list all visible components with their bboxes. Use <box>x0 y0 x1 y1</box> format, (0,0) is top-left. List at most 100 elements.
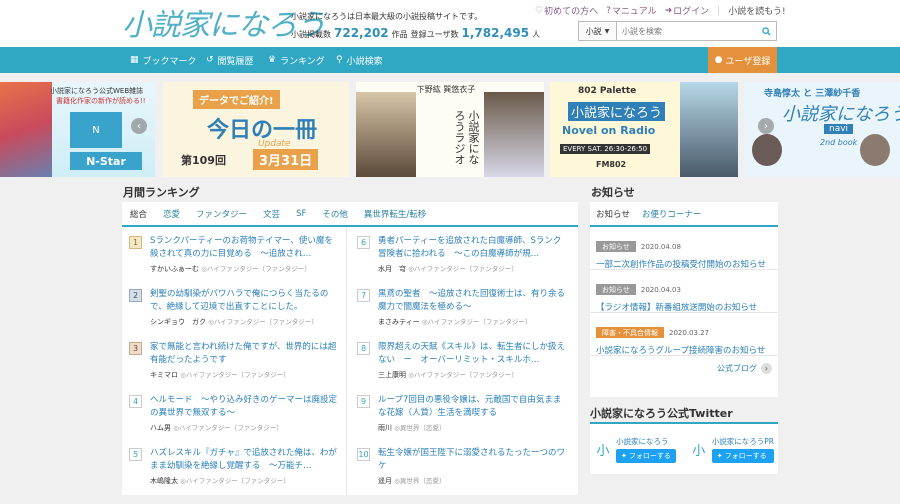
banner4-sub: Novel on Radio <box>562 124 656 137</box>
rank-genre: ハイファンタジー〔ファンタジー〕 <box>427 318 532 326</box>
rank-title[interactable]: 家で無能と言われ続けた俺ですが、世界的には超有能だったようです <box>150 341 340 367</box>
ranking-tabs: 総合 恋愛 ファンタジー 文芸 SF その他 異世界転生/転移 <box>122 202 578 227</box>
rank-author[interactable]: キミマロ <box>150 371 178 379</box>
rank-meta: ハム男 ◎ハイファンタジー〔ファンタジー〕 <box>150 422 283 433</box>
news-item[interactable]: お知らせ 2020.04.03 【ラジオ情報】新番組放送開始のお知らせ <box>590 270 778 313</box>
search-input[interactable] <box>617 22 756 40</box>
rank-number: 4 <box>129 395 142 408</box>
ranking-item: 4 ヘルモード ～やり込み好きのゲーマーは廃設定の異世界で無双する～ ハム男 ◎ハイ… <box>122 391 342 451</box>
tab-other[interactable]: その他 <box>314 201 356 226</box>
follow-button[interactable]: ✦ フォローする <box>616 448 676 463</box>
carousel-next-button[interactable]: › <box>758 118 774 134</box>
register-button[interactable]: ● ユーザ登録 <box>708 47 777 73</box>
rank-title[interactable]: 限界超えの天賦《スキル》は、転生者にしか扱えない ー オーバーリミット・スキルホ… <box>378 341 568 367</box>
rank-genre: ハイファンタジー〔ファンタジー〕 <box>206 265 311 273</box>
twitter-account: 小 小説家になろう ✦ フォローする <box>594 432 676 466</box>
news-badge: お知らせ <box>596 241 636 252</box>
rank-title[interactable]: 剣聖の幼馴染がパワハラで俺につらく当たるので、絶縁して辺境で出直すことにした。 <box>150 288 340 314</box>
rank-meta: 水月 穹 ◎ハイファンタジー〔ファンタジー〕 <box>378 263 518 274</box>
banner3-title: 小説家になろうラジオ <box>453 110 480 165</box>
rank-number: 1 <box>129 236 142 249</box>
search-box: 小説 ▼ <box>578 21 777 41</box>
notice-box: お知らせ お便りコーナー お知らせ 2020.04.08 一部二次創作作品の投稿受… <box>590 202 778 397</box>
search-button[interactable] <box>756 22 776 40</box>
host-photo-1 <box>356 92 416 177</box>
rank-title[interactable]: 転生令嬢が国王陛下に溺愛されるたった一つのワケ <box>378 447 568 473</box>
ranking-item: 1 Sランクパーティーのお荷物テイマー、使い魔を殺されて真の力に目覚める ～追放さ… <box>122 232 342 292</box>
tab-letters[interactable]: お便りコーナー <box>636 201 708 226</box>
banner-novel-on-radio[interactable]: 802 Palette 小説家になろう Novel on Radio EVERY… <box>550 82 738 177</box>
nav-history[interactable]: ↺ 閲覧履歴 <box>206 47 254 73</box>
register-label: ユーザ登録 <box>725 56 771 67</box>
news-title[interactable]: 小説家になろうグループ接続障害のお知らせ <box>596 344 772 356</box>
login-icon: ➜ <box>664 5 673 16</box>
tab-isekai[interactable]: 異世界転生/転移 <box>356 201 434 226</box>
rank-author[interactable]: 雨川 <box>378 424 392 432</box>
rank-title[interactable]: ヘルモード ～やり込み好きのゲーマーは廃設定の異世界で無双する～ <box>150 394 340 420</box>
rank-title[interactable]: ハズレスキル『ガチャ』で追放された俺は、わがまま幼馴染を絶縁し覚醒する ～万能チ… <box>150 447 340 473</box>
news-badge: お知らせ <box>596 284 636 295</box>
yomu-link[interactable]: 小説を読もう! <box>728 4 785 17</box>
top-links: ♡ 初めての方へ ? マニュアル ➜ ログイン | 小説を読もう! <box>535 4 786 18</box>
rank-title[interactable]: Sランクパーティーのお荷物テイマー、使い魔を殺されて真の力に目覚める ～追放され… <box>150 235 340 261</box>
site-stats: 小説掲載数 722,202 作品 登録ユーザ数 1,782,495 人 <box>291 26 540 40</box>
rank-author[interactable]: 三上康明 <box>378 371 406 379</box>
twitter-account-name[interactable]: 小説家になろう <box>616 436 676 447</box>
rank-author[interactable]: 水月 穹 <box>378 265 406 273</box>
tab-literature[interactable]: 文芸 <box>255 201 288 226</box>
news-title[interactable]: 一部二次創作作品の投稿受付開始のお知らせ <box>596 258 772 270</box>
nav-search-label: 小説検索 <box>346 56 383 67</box>
host-photo-2 <box>484 92 544 177</box>
login-link[interactable]: ➜ ログイン <box>664 4 710 18</box>
rank-author[interactable]: すかいふぁーむ <box>150 265 199 273</box>
nav-bookmark-label: ブックマーク <box>142 56 197 67</box>
banner-radio[interactable]: 下野紘 巽悠衣子 小説家になろうラジオ <box>356 82 544 177</box>
rank-title[interactable]: ループ7回目の悪役令嬢は、元敵国で自由気ままな花嫁（人質）生活を満喫する <box>378 394 568 420</box>
search-type-select[interactable]: 小説 ▼ <box>579 22 617 40</box>
banner5-book: 2nd book <box>820 138 858 147</box>
rank-author[interactable]: 遥月 <box>378 477 392 485</box>
rank-author[interactable]: 木嶋隆太 <box>150 477 178 485</box>
banner4-title: 小説家になろう <box>568 102 666 121</box>
banner2-top: データでご紹介! <box>193 90 280 109</box>
follow-button[interactable]: ✦ フォローする <box>711 448 774 463</box>
blog-link[interactable]: 公式ブログ › <box>590 356 778 381</box>
rank-author[interactable]: シンギョウ ガク <box>150 318 206 326</box>
nav-search[interactable]: ⚲ 小説検索 <box>336 47 383 73</box>
chevron-down-icon: ▼ <box>604 27 610 35</box>
news-item[interactable]: 障害・不具合情報 2020.03.27 小説家になろうグループ接続障害のお知らせ <box>590 313 778 356</box>
login-link-label: ログイン <box>673 7 710 17</box>
beginner-link[interactable]: ♡ 初めての方へ <box>535 4 598 18</box>
rank-author[interactable]: ハム男 <box>150 424 171 432</box>
rank-author[interactable]: まさみティー <box>378 318 420 326</box>
nav-ranking[interactable]: ♛ ランキング <box>268 47 325 73</box>
rank-title[interactable]: 黒鳶の聖者 ～追放された回復術士は、有り余る魔力で闇魔法を極める～ <box>378 288 568 314</box>
follow-label: フォローする <box>628 451 671 460</box>
narou-logo-icon: 小 <box>692 443 706 459</box>
nav-bookmark[interactable]: ▦ ブックマーク <box>130 47 197 73</box>
host-photo-5 <box>860 134 890 166</box>
rank-meta: まさみティー ◎ハイファンタジー〔ファンタジー〕 <box>378 316 531 327</box>
twitter-accounts: 小 小説家になろう ✦ フォローする 小 小説家になろうPR ✦ フォローする <box>590 424 778 474</box>
tab-fantasy[interactable]: ファンタジー <box>188 201 255 226</box>
tab-romance[interactable]: 恋愛 <box>155 201 188 226</box>
news-title[interactable]: 【ラジオ情報】新番組放送開始のお知らせ <box>596 301 772 313</box>
tab-overall[interactable]: 総合 <box>122 202 156 227</box>
news-date: 2020.04.03 <box>640 286 681 294</box>
banner-today-book[interactable]: データでご紹介! 今日の一冊 Update 第109回 3月31日 <box>163 82 349 177</box>
narou-logo-icon: 小 <box>596 443 610 459</box>
carousel-prev-button[interactable]: ‹ <box>131 118 147 134</box>
banner-illustration <box>0 82 52 177</box>
tab-notice[interactable]: お知らせ <box>590 202 636 227</box>
rank-title[interactable]: 勇者パーティーを追放された白魔導師、Sランク冒険者に拾われる ～この白魔導師が規… <box>378 235 568 261</box>
banner5-navi: navi <box>824 124 854 134</box>
twitter-account-name[interactable]: 小説家になろうPR <box>712 436 774 447</box>
rank-genre: ハイファンタジー〔ファンタジー〕 <box>178 424 283 432</box>
tab-sf[interactable]: SF <box>288 201 314 226</box>
rank-number: 6 <box>357 236 370 249</box>
works-label: 小説掲載数 <box>291 30 331 39</box>
notice-heading: お知らせ <box>591 186 635 199</box>
rank-meta: 三上康明 ◎ハイファンタジー〔ファンタジー〕 <box>378 369 518 380</box>
manual-link[interactable]: ? マニュアル <box>606 4 657 18</box>
news-item[interactable]: お知らせ 2020.04.08 一部二次創作作品の投稿受付開始のお知らせ <box>590 227 778 270</box>
